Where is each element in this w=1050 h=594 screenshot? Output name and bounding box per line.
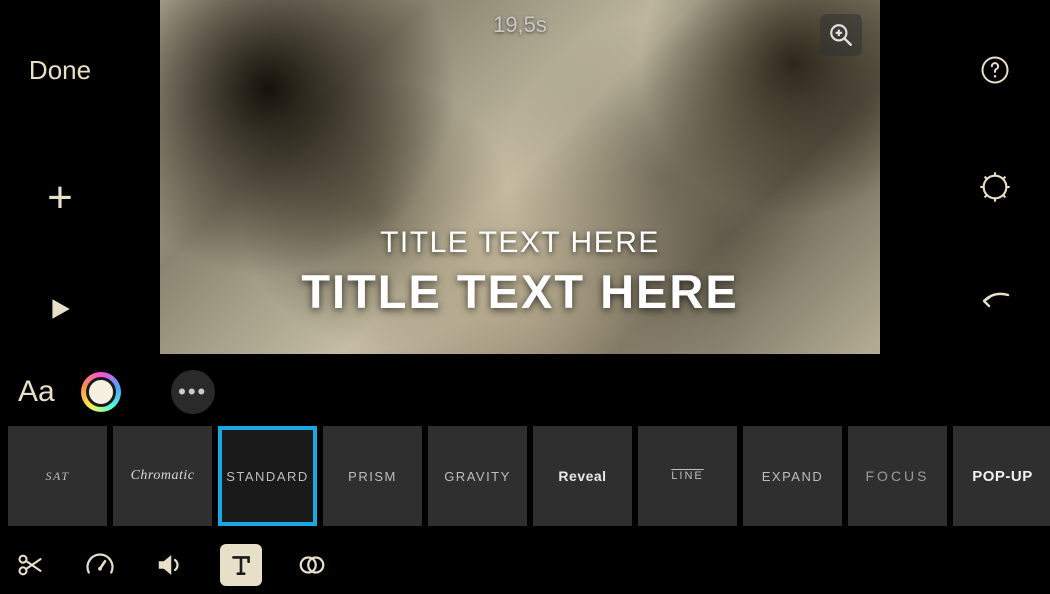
title-text-small[interactable]: TITLE TEXT HERE bbox=[160, 226, 880, 260]
title-style-standard[interactable]: STANDARD bbox=[218, 426, 317, 526]
title-overlay[interactable]: TITLE TEXT HERE TITLE TEXT HERE bbox=[160, 226, 880, 319]
undo-button[interactable] bbox=[978, 289, 1012, 315]
undo-icon bbox=[978, 289, 1012, 315]
volume-tool[interactable] bbox=[150, 545, 190, 585]
done-button[interactable]: Done bbox=[29, 55, 91, 86]
title-text-large[interactable]: TITLE TEXT HERE bbox=[160, 264, 880, 319]
font-button[interactable]: Aa bbox=[18, 375, 55, 409]
title-style-label: LINE bbox=[671, 470, 703, 482]
title-style-label: PRISM bbox=[348, 469, 397, 484]
title-style-label: POP-UP bbox=[972, 468, 1033, 485]
bottom-toolbar bbox=[10, 544, 332, 586]
cut-tool[interactable] bbox=[10, 545, 50, 585]
gear-icon bbox=[979, 171, 1011, 203]
title-style-label: FOCUS bbox=[866, 468, 930, 484]
speedometer-icon bbox=[85, 550, 115, 580]
title-style-label: GRAVITY bbox=[444, 469, 511, 484]
color-picker-button[interactable] bbox=[81, 372, 121, 412]
text-icon bbox=[228, 552, 254, 578]
title-style-focus[interactable]: FOCUS bbox=[848, 426, 947, 526]
speed-tool[interactable] bbox=[80, 545, 120, 585]
title-style-label: EXPAND bbox=[762, 469, 824, 484]
title-style-label: SAT bbox=[45, 469, 69, 484]
title-style-prism[interactable]: PRISM bbox=[323, 426, 422, 526]
right-sidebar bbox=[940, 0, 1050, 360]
title-style-label: Chromatic bbox=[131, 468, 195, 484]
help-button[interactable] bbox=[980, 55, 1010, 85]
color-swatch bbox=[86, 377, 116, 407]
title-style-label: STANDARD bbox=[226, 469, 309, 484]
video-preview[interactable]: 19,5s TITLE TEXT HERE TITLE TEXT HERE bbox=[160, 0, 880, 354]
title-style-reveal[interactable]: Reveal bbox=[533, 426, 632, 526]
title-style-line[interactable]: LINE bbox=[638, 426, 737, 526]
zoom-button[interactable] bbox=[820, 14, 862, 56]
title-style-gravity[interactable]: GRAVITY bbox=[428, 426, 527, 526]
zoom-in-icon bbox=[828, 22, 854, 48]
scissors-icon bbox=[16, 551, 44, 579]
title-style-expand[interactable]: EXPAND bbox=[743, 426, 842, 526]
settings-button[interactable] bbox=[979, 171, 1011, 203]
play-button[interactable] bbox=[47, 296, 73, 322]
title-style-strip[interactable]: SAT Chromatic STANDARD PRISM GRAVITY Reveal LI… bbox=[0, 426, 1050, 530]
help-icon bbox=[980, 55, 1010, 85]
title-style-chromatic[interactable]: Chromatic bbox=[113, 426, 212, 526]
speaker-icon bbox=[155, 550, 185, 580]
left-sidebar: Done + bbox=[0, 0, 120, 360]
filter-tool[interactable] bbox=[292, 545, 332, 585]
add-clip-button[interactable]: + bbox=[47, 176, 73, 220]
title-style-popup[interactable]: POP-UP bbox=[953, 426, 1050, 526]
more-options-button[interactable]: ••• bbox=[171, 370, 215, 414]
title-style-sat[interactable]: SAT bbox=[8, 426, 107, 526]
circles-icon bbox=[297, 550, 327, 580]
clip-duration: 19,5s bbox=[493, 12, 547, 38]
title-style-label: Reveal bbox=[558, 468, 606, 484]
text-format-bar: Aa ••• bbox=[18, 370, 215, 414]
text-tool[interactable] bbox=[220, 544, 262, 586]
